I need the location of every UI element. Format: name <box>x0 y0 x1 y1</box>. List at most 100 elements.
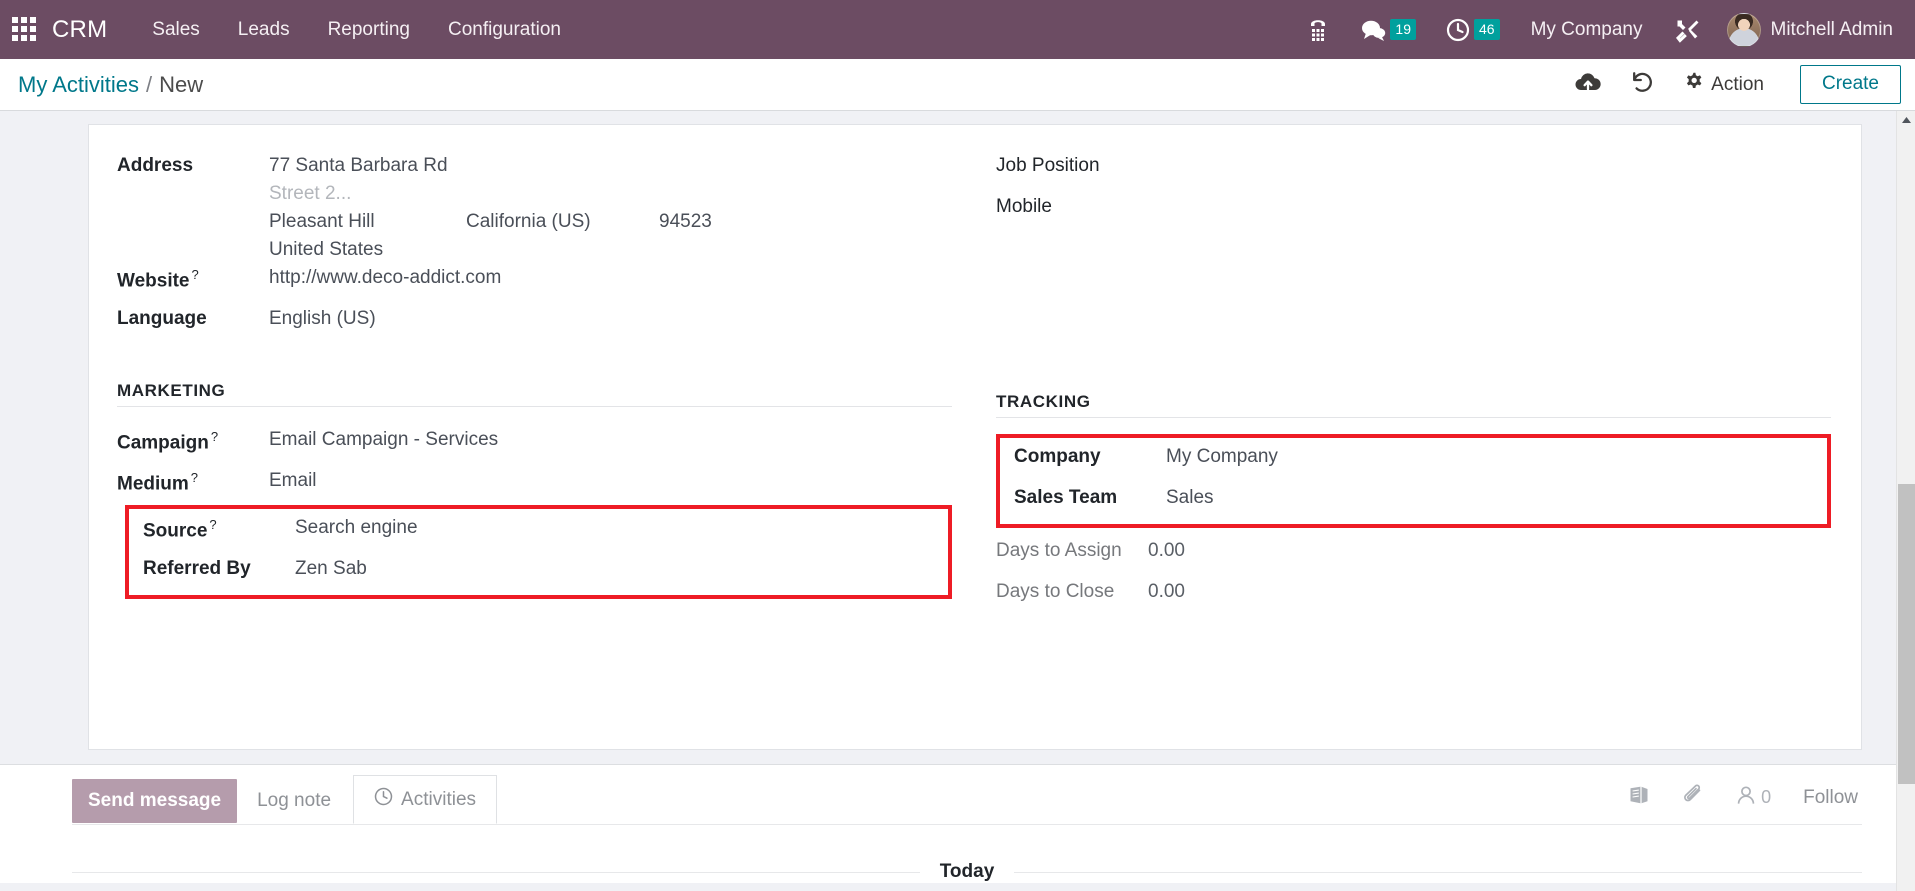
source-referred-highlight-box: Source? Search engine Referred By Zen Sa… <box>125 505 952 599</box>
company-input[interactable]: My Company <box>1166 440 1278 468</box>
today-line-right <box>1014 871 1863 873</box>
save-record-button[interactable] <box>1560 65 1616 105</box>
follow-button[interactable]: Follow <box>1787 787 1862 809</box>
developer-tools-button[interactable] <box>1659 0 1715 59</box>
field-row-days-to-assign: Days to Assign 0.00 <box>996 534 1831 575</box>
marketing-section-title: MARKETING <box>117 381 952 407</box>
address-zip-input[interactable]: 94523 <box>659 205 712 233</box>
book-icon <box>1628 785 1650 810</box>
attachments-button[interactable] <box>1666 784 1720 811</box>
medium-label: Medium? <box>117 464 269 495</box>
form-sheet: Address 77 Santa Barbara Rd Street 2... … <box>88 124 1862 750</box>
paperclip-icon <box>1682 784 1704 811</box>
undo-icon <box>1630 70 1654 99</box>
campaign-help-icon[interactable]: ? <box>211 429 218 444</box>
control-panel-actions: Action Create <box>1560 65 1901 105</box>
send-message-button[interactable]: Send message <box>72 779 238 823</box>
messages-count-badge: 19 <box>1390 19 1416 40</box>
sales-team-input[interactable]: Sales <box>1166 481 1214 509</box>
company-salesteam-highlight-box: Company My Company Sales Team Sales <box>996 434 1831 528</box>
apps-grid-icon[interactable] <box>12 16 38 43</box>
field-row-campaign: Campaign? Email Campaign - Services <box>117 423 952 464</box>
app-brand-crm[interactable]: CRM <box>52 16 107 44</box>
today-label: Today <box>939 861 995 882</box>
gear-icon <box>1684 72 1703 97</box>
field-row-days-to-close: Days to Close 0.00 <box>996 575 1831 616</box>
content-area: Address 77 Santa Barbara Rd Street 2... … <box>0 111 1915 891</box>
form-sheet-wrapper: Address 77 Santa Barbara Rd Street 2... … <box>0 124 1915 750</box>
field-row-mobile: Mobile <box>996 190 1831 231</box>
address-street-input[interactable]: 77 Santa Barbara Rd <box>269 149 712 177</box>
language-input[interactable]: English (US) <box>269 302 376 330</box>
campaign-label: Campaign? <box>117 423 269 454</box>
vertical-scrollbar[interactable] <box>1896 111 1915 891</box>
cloud-upload-icon <box>1574 71 1602 98</box>
breadcrumb-root-link[interactable]: My Activities <box>18 72 139 98</box>
scroll-up-arrow-icon[interactable] <box>1897 111 1915 129</box>
address-city-input[interactable]: Pleasant Hill <box>269 205 466 233</box>
chatter-panel: Send message Log note Activities 0 Follo… <box>0 764 1915 883</box>
user-icon <box>1736 785 1756 810</box>
source-input[interactable]: Search engine <box>295 511 418 539</box>
log-note-button[interactable]: Log note <box>237 779 351 823</box>
menu-item-configuration[interactable]: Configuration <box>429 0 580 59</box>
scrollbar-thumb[interactable] <box>1898 484 1915 784</box>
menu-item-reporting[interactable]: Reporting <box>309 0 429 59</box>
form-column-right: Job Position Mobile TRACKING Company My … <box>974 149 1831 616</box>
followers-count: 0 <box>1761 787 1772 807</box>
field-row-job-position: Job Position <box>996 149 1831 190</box>
field-row-company: Company My Company <box>1014 440 1819 481</box>
phone-dialpad-icon <box>1306 17 1330 43</box>
voip-phone-button[interactable] <box>1291 0 1345 59</box>
field-row-website: Website? http://www.deco-addict.com <box>117 261 952 302</box>
website-input[interactable]: http://www.deco-addict.com <box>269 261 501 289</box>
chatter-toolbar: Send message Log note Activities 0 Follo… <box>72 765 1862 824</box>
address-country-input[interactable]: United States <box>269 233 712 261</box>
company-label: Company <box>1014 446 1101 467</box>
discard-changes-button[interactable] <box>1616 65 1668 105</box>
breadcrumb-separator: / <box>146 71 153 97</box>
field-row-medium: Medium? Email <box>117 464 952 505</box>
clock-icon <box>374 787 393 812</box>
log-book-button[interactable] <box>1612 785 1666 810</box>
medium-label-text: Medium <box>117 473 189 495</box>
source-label: Source? <box>143 511 295 542</box>
navbar-right-group: 19 46 My Company Mitchell Admin <box>1291 0 1915 59</box>
address-state-input[interactable]: California (US) <box>466 205 659 233</box>
today-line-left <box>72 871 920 873</box>
mobile-label: Mobile <box>996 196 1052 217</box>
address-value-group: 77 Santa Barbara Rd Street 2... Pleasant… <box>269 149 712 261</box>
activities-label: Activities <box>401 788 477 810</box>
menu-item-leads[interactable]: Leads <box>219 0 309 59</box>
breadcrumb: My Activities / New <box>18 72 203 98</box>
company-switcher[interactable]: My Company <box>1515 0 1659 59</box>
chat-bubble-icon <box>1360 18 1386 42</box>
form-columns: Address 77 Santa Barbara Rd Street 2... … <box>117 149 1831 616</box>
referred-by-input[interactable]: Zen Sab <box>295 552 367 580</box>
field-row-referred-by: Referred By Zen Sab <box>143 552 940 593</box>
medium-input[interactable]: Email <box>269 464 317 492</box>
job-position-label: Job Position <box>996 155 1100 176</box>
create-button[interactable]: Create <box>1799 65 1901 104</box>
today-separator: Today <box>72 825 1863 883</box>
field-row-sales-team: Sales Team Sales <box>1014 481 1819 522</box>
medium-help-icon[interactable]: ? <box>191 470 198 485</box>
menu-item-sales[interactable]: Sales <box>133 0 219 59</box>
address-street2-input[interactable]: Street 2... <box>269 177 712 205</box>
tracking-section-title: TRACKING <box>996 392 1831 418</box>
campaign-input[interactable]: Email Campaign - Services <box>269 423 498 451</box>
action-menu-button[interactable]: Action <box>1668 65 1780 105</box>
days-to-close-value: 0.00 <box>1148 581 1185 602</box>
field-row-language: Language English (US) <box>117 302 952 343</box>
breadcrumb-current: New <box>159 71 204 97</box>
days-to-assign-label: Days to Assign <box>996 540 1122 561</box>
action-label: Action <box>1711 73 1764 95</box>
source-help-icon[interactable]: ? <box>209 517 216 532</box>
website-label-text: Website <box>117 270 190 292</box>
messages-button[interactable]: 19 <box>1345 0 1431 59</box>
followers-button[interactable]: 0 <box>1720 785 1787 810</box>
user-menu[interactable]: Mitchell Admin <box>1715 0 1902 59</box>
schedule-activity-button[interactable]: Activities <box>353 775 498 824</box>
website-help-icon[interactable]: ? <box>192 267 199 282</box>
activities-button[interactable]: 46 <box>1431 0 1515 59</box>
